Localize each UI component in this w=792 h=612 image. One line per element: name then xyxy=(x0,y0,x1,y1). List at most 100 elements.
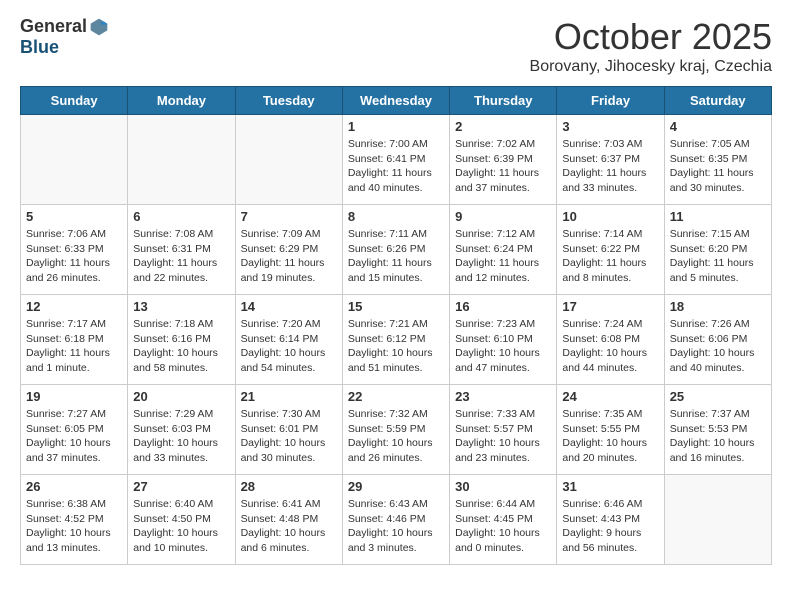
day-info: Sunrise: 7:37 AM Sunset: 5:53 PM Dayligh… xyxy=(670,407,766,466)
day-cell-empty xyxy=(21,115,128,205)
day-number: 19 xyxy=(26,389,122,404)
calendar-subtitle: Borovany, Jihocesky kraj, Czechia xyxy=(530,58,772,76)
week-row-3: 12Sunrise: 7:17 AM Sunset: 6:18 PM Dayli… xyxy=(21,295,772,385)
day-cell-24: 24Sunrise: 7:35 AM Sunset: 5:55 PM Dayli… xyxy=(557,385,664,475)
day-number: 24 xyxy=(562,389,658,404)
day-info: Sunrise: 6:38 AM Sunset: 4:52 PM Dayligh… xyxy=(26,497,122,556)
week-row-1: 1Sunrise: 7:00 AM Sunset: 6:41 PM Daylig… xyxy=(21,115,772,205)
day-info: Sunrise: 6:43 AM Sunset: 4:46 PM Dayligh… xyxy=(348,497,444,556)
logo: General Blue xyxy=(20,16,109,58)
day-info: Sunrise: 7:33 AM Sunset: 5:57 PM Dayligh… xyxy=(455,407,551,466)
day-number: 31 xyxy=(562,479,658,494)
day-info: Sunrise: 7:23 AM Sunset: 6:10 PM Dayligh… xyxy=(455,317,551,376)
weekday-header-monday: Monday xyxy=(128,87,235,115)
day-info: Sunrise: 7:06 AM Sunset: 6:33 PM Dayligh… xyxy=(26,227,122,286)
day-number: 7 xyxy=(241,209,337,224)
day-cell-7: 7 Sunrise: 7:09 AM Sunset: 6:29 PM Daylig… xyxy=(235,205,342,295)
logo-blue-text: Blue xyxy=(20,37,109,58)
day-cell-17: 17Sunrise: 7:24 AM Sunset: 6:08 PM Dayli… xyxy=(557,295,664,385)
day-info: Sunrise: 7:18 AM Sunset: 6:16 PM Dayligh… xyxy=(133,317,229,376)
day-cell-12: 12Sunrise: 7:17 AM Sunset: 6:18 PM Dayli… xyxy=(21,295,128,385)
day-info: Sunrise: 6:44 AM Sunset: 4:45 PM Dayligh… xyxy=(455,497,551,556)
day-cell-20: 20Sunrise: 7:29 AM Sunset: 6:03 PM Dayli… xyxy=(128,385,235,475)
day-cell-31: 31 Sunrise: 6:46 AM Sunset: 4:43 PM Dayli… xyxy=(557,475,664,565)
day-cell-28: 28 Sunrise: 6:41 AM Sunset: 4:48 PM Dayli… xyxy=(235,475,342,565)
day-cell-3: 3Sunrise: 7:03 AM Sunset: 6:37 PM Daylig… xyxy=(557,115,664,205)
day-number: 14 xyxy=(241,299,337,314)
day-number: 27 xyxy=(133,479,229,494)
day-info: Sunrise: 7:29 AM Sunset: 6:03 PM Dayligh… xyxy=(133,407,229,466)
day-info: Sunrise: 7:11 AM Sunset: 6:26 PM Dayligh… xyxy=(348,227,444,286)
weekday-header-tuesday: Tuesday xyxy=(235,87,342,115)
day-info: Sunrise: 6:46 AM Sunset: 4:43 PM Dayligh… xyxy=(562,497,658,556)
day-cell-5: 5 Sunrise: 7:06 AM Sunset: 6:33 PM Daylig… xyxy=(21,205,128,295)
weekday-header-sunday: Sunday xyxy=(21,87,128,115)
day-number: 3 xyxy=(562,119,658,134)
day-number: 30 xyxy=(455,479,551,494)
day-info: Sunrise: 7:05 AM Sunset: 6:35 PM Dayligh… xyxy=(670,137,766,196)
day-cell-4: 4 Sunrise: 7:05 AM Sunset: 6:35 PM Daylig… xyxy=(664,115,771,205)
day-info: Sunrise: 7:15 AM Sunset: 6:20 PM Dayligh… xyxy=(670,227,766,286)
day-info: Sunrise: 7:12 AM Sunset: 6:24 PM Dayligh… xyxy=(455,227,551,286)
day-cell-15: 15 Sunrise: 7:21 AM Sunset: 6:12 PM Dayli… xyxy=(342,295,449,385)
day-cell-11: 11Sunrise: 7:15 AM Sunset: 6:20 PM Dayli… xyxy=(664,205,771,295)
day-number: 4 xyxy=(670,119,766,134)
day-cell-21: 21Sunrise: 7:30 AM Sunset: 6:01 PM Dayli… xyxy=(235,385,342,475)
day-cell-13: 13 Sunrise: 7:18 AM Sunset: 6:16 PM Dayli… xyxy=(128,295,235,385)
day-number: 18 xyxy=(670,299,766,314)
day-cell-27: 27 Sunrise: 6:40 AM Sunset: 4:50 PM Dayli… xyxy=(128,475,235,565)
day-cell-empty xyxy=(664,475,771,565)
day-cell-19: 19Sunrise: 7:27 AM Sunset: 6:05 PM Dayli… xyxy=(21,385,128,475)
week-row-4: 19Sunrise: 7:27 AM Sunset: 6:05 PM Dayli… xyxy=(21,385,772,475)
day-number: 22 xyxy=(348,389,444,404)
day-cell-16: 16 Sunrise: 7:23 AM Sunset: 6:10 PM Dayli… xyxy=(450,295,557,385)
day-number: 13 xyxy=(133,299,229,314)
calendar-container: General Blue October 2025 Borovany, Jiho… xyxy=(0,0,792,581)
day-cell-29: 29 Sunrise: 6:43 AM Sunset: 4:46 PM Dayli… xyxy=(342,475,449,565)
day-cell-2: 2 Sunrise: 7:02 AM Sunset: 6:39 PM Daylig… xyxy=(450,115,557,205)
day-info: Sunrise: 7:20 AM Sunset: 6:14 PM Dayligh… xyxy=(241,317,337,376)
day-info: Sunrise: 7:09 AM Sunset: 6:29 PM Dayligh… xyxy=(241,227,337,286)
day-cell-8: 8Sunrise: 7:11 AM Sunset: 6:26 PM Daylig… xyxy=(342,205,449,295)
day-info: Sunrise: 6:40 AM Sunset: 4:50 PM Dayligh… xyxy=(133,497,229,556)
day-info: Sunrise: 6:41 AM Sunset: 4:48 PM Dayligh… xyxy=(241,497,337,556)
day-cell-22: 22Sunrise: 7:32 AM Sunset: 5:59 PM Dayli… xyxy=(342,385,449,475)
day-number: 9 xyxy=(455,209,551,224)
calendar-table: SundayMondayTuesdayWednesdayThursdayFrid… xyxy=(20,86,772,565)
day-cell-14: 14 Sunrise: 7:20 AM Sunset: 6:14 PM Dayli… xyxy=(235,295,342,385)
day-number: 16 xyxy=(455,299,551,314)
day-info: Sunrise: 7:24 AM Sunset: 6:08 PM Dayligh… xyxy=(562,317,658,376)
day-cell-empty xyxy=(128,115,235,205)
day-cell-10: 10Sunrise: 7:14 AM Sunset: 6:22 PM Dayli… xyxy=(557,205,664,295)
day-number: 21 xyxy=(241,389,337,404)
calendar-header: General Blue October 2025 Borovany, Jiho… xyxy=(20,16,772,76)
day-number: 5 xyxy=(26,209,122,224)
weekday-header-friday: Friday xyxy=(557,87,664,115)
day-number: 23 xyxy=(455,389,551,404)
day-info: Sunrise: 7:02 AM Sunset: 6:39 PM Dayligh… xyxy=(455,137,551,196)
title-block: October 2025 Borovany, Jihocesky kraj, C… xyxy=(530,16,772,76)
day-info: Sunrise: 7:26 AM Sunset: 6:06 PM Dayligh… xyxy=(670,317,766,376)
day-number: 2 xyxy=(455,119,551,134)
weekday-header-row: SundayMondayTuesdayWednesdayThursdayFrid… xyxy=(21,87,772,115)
day-number: 1 xyxy=(348,119,444,134)
day-cell-6: 6 Sunrise: 7:08 AM Sunset: 6:31 PM Daylig… xyxy=(128,205,235,295)
weekday-header-thursday: Thursday xyxy=(450,87,557,115)
day-number: 25 xyxy=(670,389,766,404)
day-cell-18: 18 Sunrise: 7:26 AM Sunset: 6:06 PM Dayli… xyxy=(664,295,771,385)
week-row-5: 26 Sunrise: 6:38 AM Sunset: 4:52 PM Dayli… xyxy=(21,475,772,565)
day-number: 15 xyxy=(348,299,444,314)
day-number: 26 xyxy=(26,479,122,494)
calendar-title: October 2025 xyxy=(530,16,772,58)
week-row-2: 5 Sunrise: 7:06 AM Sunset: 6:33 PM Daylig… xyxy=(21,205,772,295)
weekday-header-saturday: Saturday xyxy=(664,87,771,115)
day-info: Sunrise: 7:08 AM Sunset: 6:31 PM Dayligh… xyxy=(133,227,229,286)
day-number: 28 xyxy=(241,479,337,494)
logo-general-text: General xyxy=(20,16,87,37)
day-number: 10 xyxy=(562,209,658,224)
day-info: Sunrise: 7:21 AM Sunset: 6:12 PM Dayligh… xyxy=(348,317,444,376)
day-number: 29 xyxy=(348,479,444,494)
day-number: 6 xyxy=(133,209,229,224)
day-cell-9: 9 Sunrise: 7:12 AM Sunset: 6:24 PM Daylig… xyxy=(450,205,557,295)
day-cell-empty xyxy=(235,115,342,205)
